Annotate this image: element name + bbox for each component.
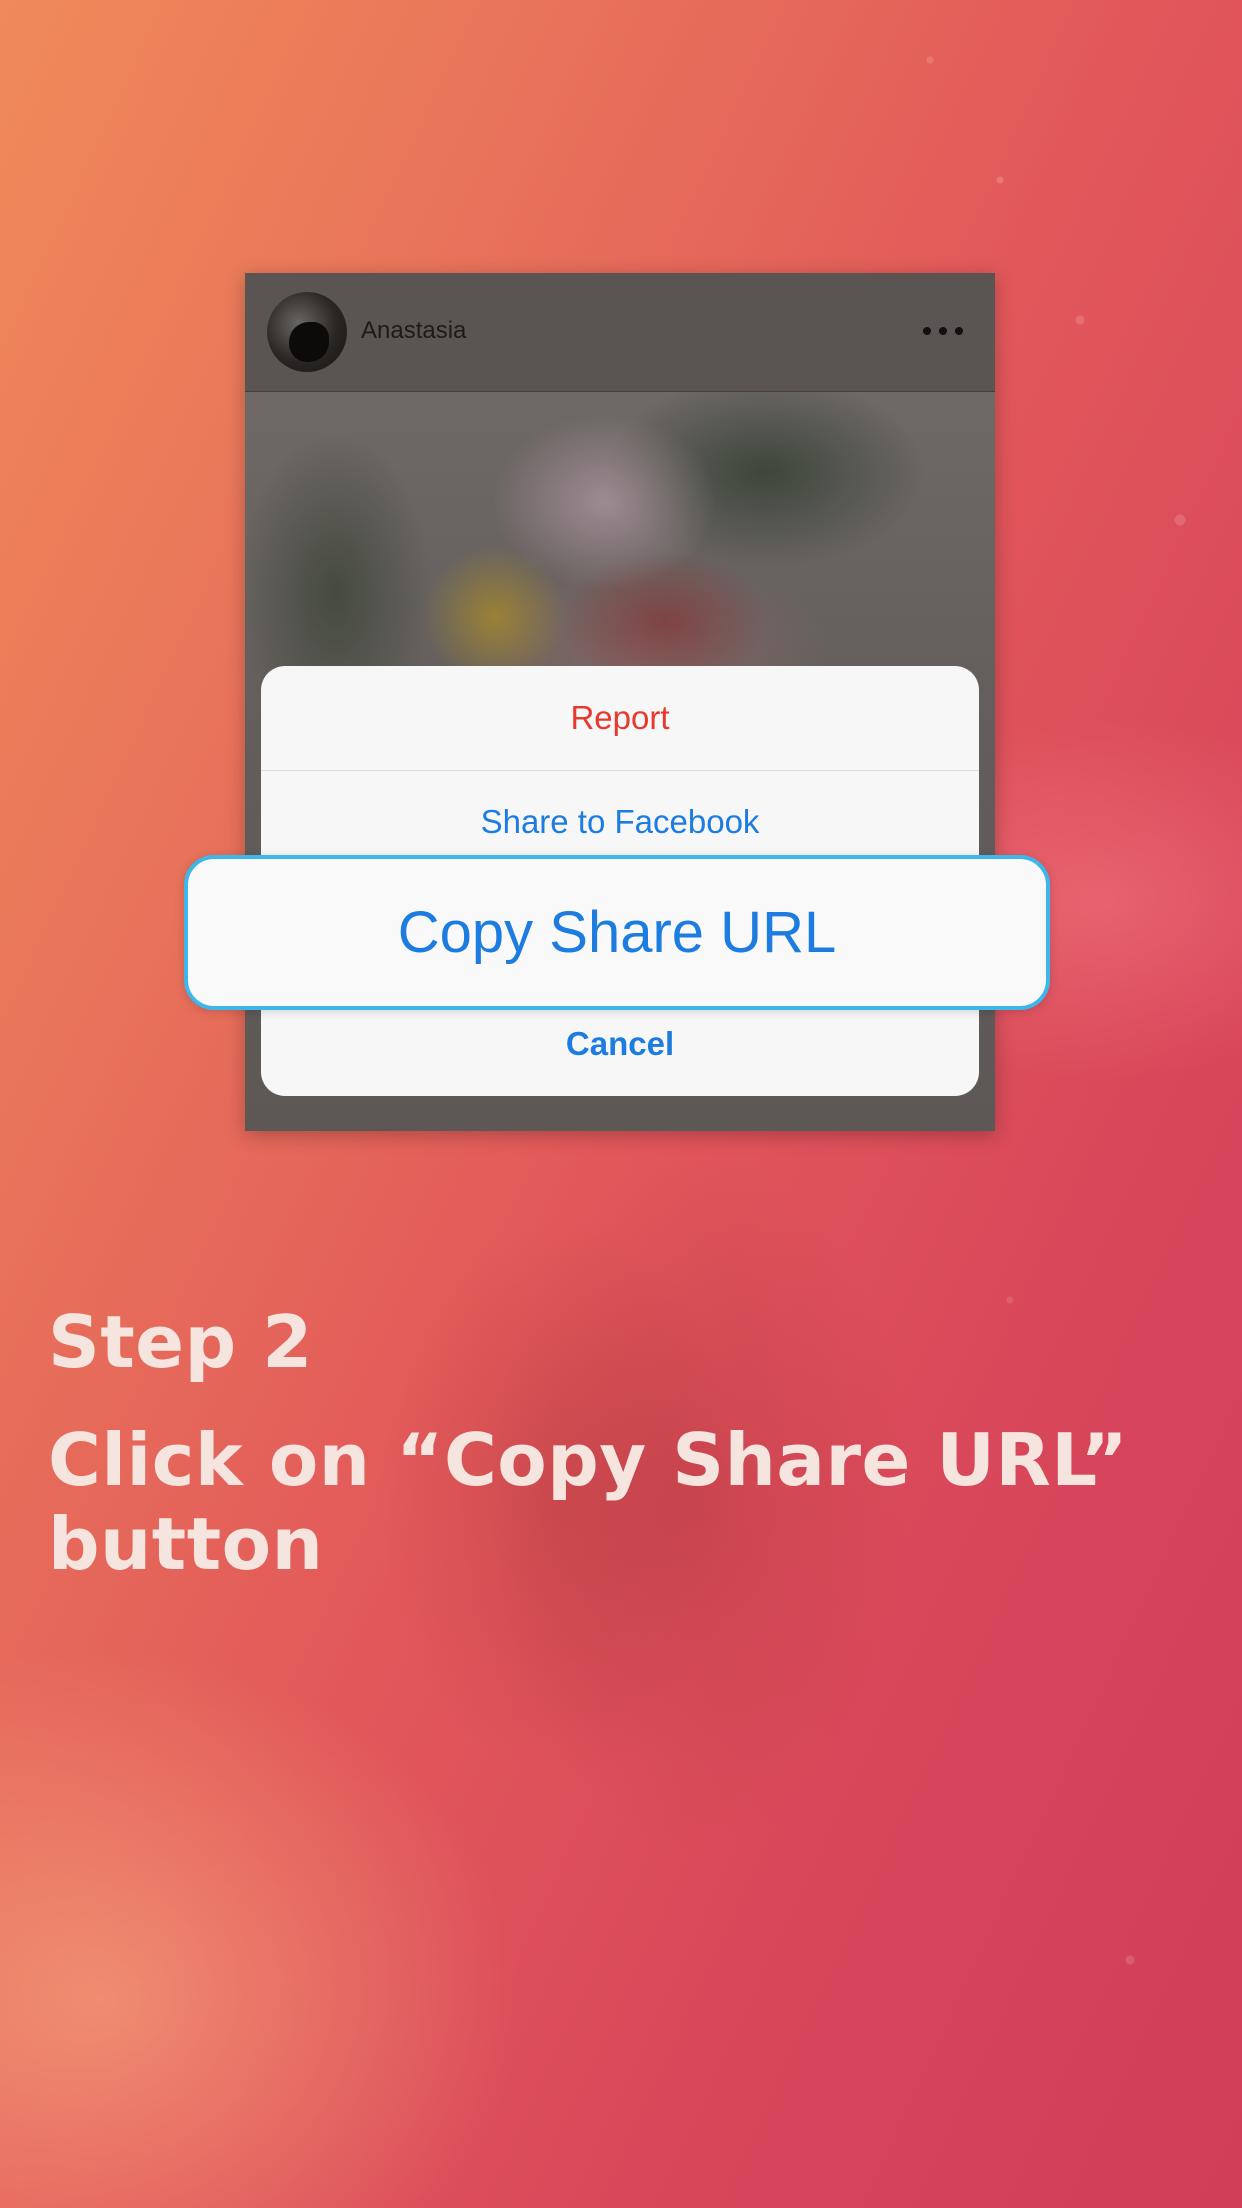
dot [923,327,931,335]
more-dots-icon[interactable] [923,321,963,341]
report-button[interactable]: Report [261,666,979,771]
copy-share-url-button[interactable]: Copy Share URL [184,855,1050,1010]
dot [939,327,947,335]
post-header: Anastasia [245,273,995,392]
avatar[interactable] [267,292,347,372]
step-title: Step 2 [48,1300,313,1384]
dot [955,327,963,335]
step-description: Click on “Copy Share URL” button [48,1418,1129,1586]
post-username[interactable]: Anastasia [361,317,466,345]
